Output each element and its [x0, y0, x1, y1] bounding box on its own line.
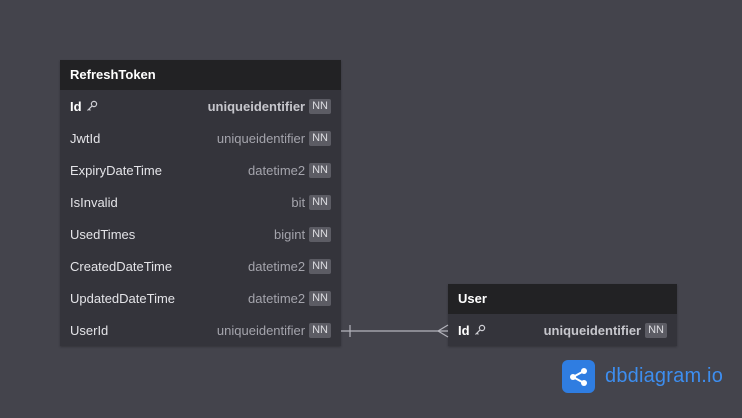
relationship-connector[interactable]	[0, 0, 742, 418]
diagram-canvas[interactable]: RefreshToken Id uniqueidentifier NN JwtI…	[0, 0, 742, 418]
brand-name: dbdiagram.io	[605, 365, 724, 387]
dbdiagram-logo[interactable]: dbdiagram.io	[562, 360, 723, 393]
many-marker-top	[437, 324, 449, 332]
many-marker-bottom	[437, 330, 449, 338]
share-nodes-icon	[562, 360, 595, 393]
